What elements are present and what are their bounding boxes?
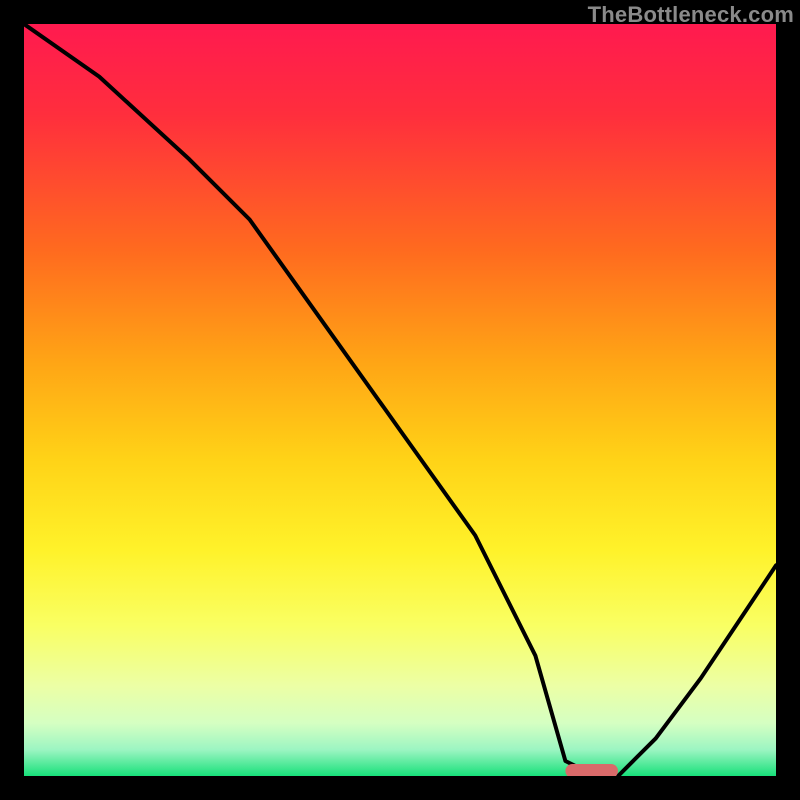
plot-area	[24, 24, 776, 776]
watermark-text: TheBottleneck.com	[588, 2, 794, 28]
chart-frame: TheBottleneck.com	[0, 0, 800, 800]
gradient-background	[24, 24, 776, 776]
chart-svg	[24, 24, 776, 776]
optimal-range-marker	[565, 764, 618, 776]
